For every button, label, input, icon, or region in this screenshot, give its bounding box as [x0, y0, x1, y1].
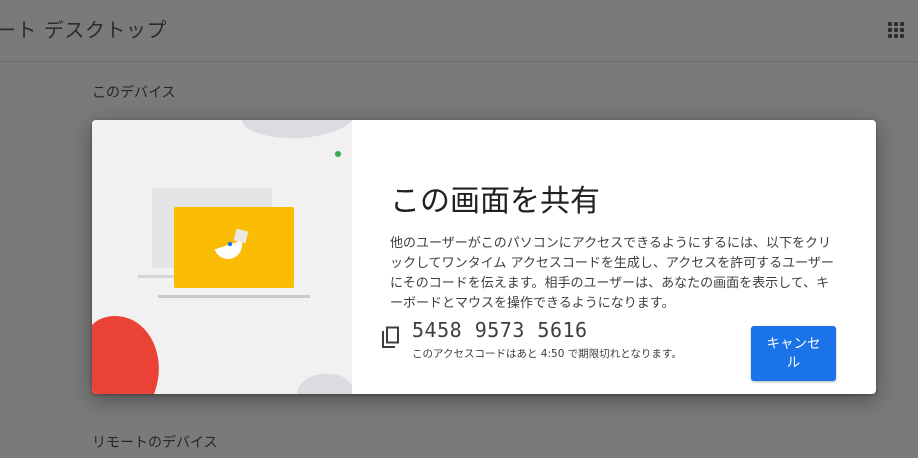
share-screen-dialog: この画面を共有 他のユーザーがこのパソコンにアクセスできるようにするには、以下を… [92, 120, 876, 394]
apps-grid-icon[interactable] [886, 20, 906, 40]
app-title: ート デスクトップ [0, 18, 167, 42]
section-this-device: このデバイス [92, 85, 176, 101]
share-illustration [92, 120, 352, 394]
header-divider [0, 61, 918, 62]
dialog-title: この画面を共有 [390, 184, 600, 219]
access-code: 5458 9573 5616 [412, 318, 588, 342]
section-remote-devices: リモートのデバイス [92, 435, 218, 451]
access-code-expiry: このアクセスコードはあと 4:50 で期限切れとなります。 [412, 348, 682, 360]
cancel-button[interactable]: キャンセル [751, 326, 836, 381]
dialog-description: 他のユーザーがこのパソコンにアクセスできるようにするには、以下をクリックしてワン… [390, 236, 834, 311]
copy-icon[interactable] [380, 326, 402, 350]
